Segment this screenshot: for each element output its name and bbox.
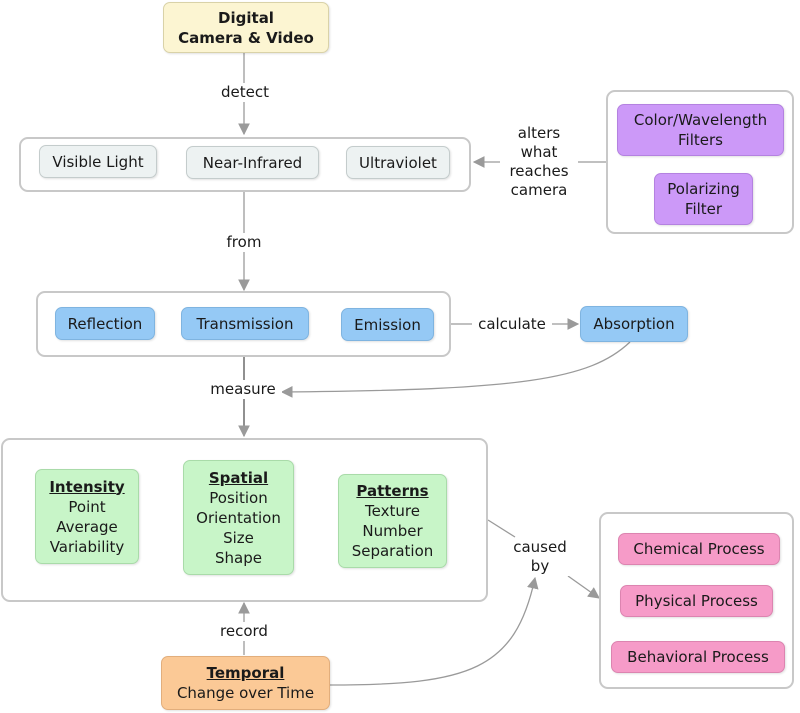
- node-emission[interactable]: Emission: [341, 308, 434, 341]
- node-color-filters[interactable]: Color/Wavelength Filters: [617, 104, 784, 156]
- node-polarizing-filter[interactable]: Polarizing Filter: [654, 173, 753, 225]
- spatial-heading: Spatial: [208, 468, 269, 487]
- node-reflection[interactable]: Reflection: [55, 307, 155, 340]
- polarizing-line2: Filter: [684, 200, 723, 218]
- label-calculate: calculate: [472, 315, 552, 334]
- node-patterns[interactable]: Patterns Texture Number Separation: [338, 474, 447, 568]
- node-intensity[interactable]: Intensity Point Average Variability: [35, 469, 139, 564]
- label-alters: alters what reaches camera: [500, 124, 578, 200]
- node-spatial[interactable]: Spatial Position Orientation Size Shape: [183, 460, 294, 575]
- spatial-item: Shape: [215, 548, 262, 567]
- label-from: from: [220, 233, 268, 252]
- spatial-item: Size: [223, 528, 254, 547]
- patterns-item: Texture: [365, 502, 420, 520]
- patterns-item: Number: [362, 522, 423, 540]
- caused-by-line1: caused: [513, 538, 567, 556]
- alters-line2: what: [520, 143, 558, 161]
- intensity-item: Point: [68, 497, 106, 516]
- camera-line1: Digital: [218, 8, 274, 27]
- node-absorption[interactable]: Absorption: [580, 306, 688, 342]
- temporal-text: Change over Time: [176, 684, 315, 702]
- node-visible-light[interactable]: Visible Light: [39, 145, 157, 178]
- label-record: record: [214, 622, 274, 641]
- spatial-item: Orientation: [196, 508, 281, 527]
- patterns-item: Separation: [351, 542, 434, 560]
- node-transmission[interactable]: Transmission: [181, 307, 309, 340]
- absorption-label: Absorption: [593, 315, 675, 333]
- node-temporal[interactable]: Temporal Change over Time: [161, 656, 330, 710]
- link-caused-process: [567, 575, 600, 599]
- node-chemical-process[interactable]: Chemical Process: [618, 533, 780, 565]
- intensity-item: Variability: [49, 537, 125, 556]
- node-near-infrared[interactable]: Near-Infrared: [186, 146, 319, 179]
- alters-line3: reaches: [509, 162, 569, 180]
- node-ultraviolet[interactable]: Ultraviolet: [346, 146, 450, 179]
- color-filters-line1: Color/Wavelength: [633, 111, 768, 129]
- label-caused-by: caused by: [507, 538, 573, 576]
- node-digital-camera[interactable]: Digital Camera & Video: [163, 2, 329, 53]
- patterns-heading: Patterns: [356, 482, 429, 500]
- intensity-heading: Intensity: [49, 477, 125, 496]
- transmission-label: Transmission: [196, 314, 294, 333]
- reflection-label: Reflection: [67, 314, 143, 333]
- polarizing-line1: Polarizing: [667, 180, 740, 198]
- spatial-item: Position: [209, 488, 268, 507]
- link-measure-caused: [487, 519, 516, 538]
- camera-line2: Camera & Video: [178, 28, 314, 47]
- label-measure: measure: [204, 380, 282, 399]
- behavioral-process-label: Behavioral Process: [627, 648, 769, 666]
- node-physical-process[interactable]: Physical Process: [620, 585, 773, 617]
- label-detect: detect: [216, 83, 274, 102]
- emission-label: Emission: [354, 315, 421, 334]
- caused-by-line2: by: [530, 557, 550, 575]
- alters-line4: camera: [510, 181, 568, 199]
- intensity-item: Average: [56, 517, 118, 536]
- near-infrared-label: Near-Infrared: [202, 153, 303, 172]
- color-filters-line2: Filters: [678, 131, 723, 149]
- temporal-heading: Temporal: [206, 664, 285, 682]
- alters-line1: alters: [517, 124, 561, 142]
- node-behavioral-process[interactable]: Behavioral Process: [611, 641, 785, 673]
- physical-process-label: Physical Process: [635, 592, 758, 610]
- chemical-process-label: Chemical Process: [633, 540, 765, 558]
- visible-light-label: Visible Light: [52, 152, 144, 171]
- ultraviolet-label: Ultraviolet: [359, 153, 437, 172]
